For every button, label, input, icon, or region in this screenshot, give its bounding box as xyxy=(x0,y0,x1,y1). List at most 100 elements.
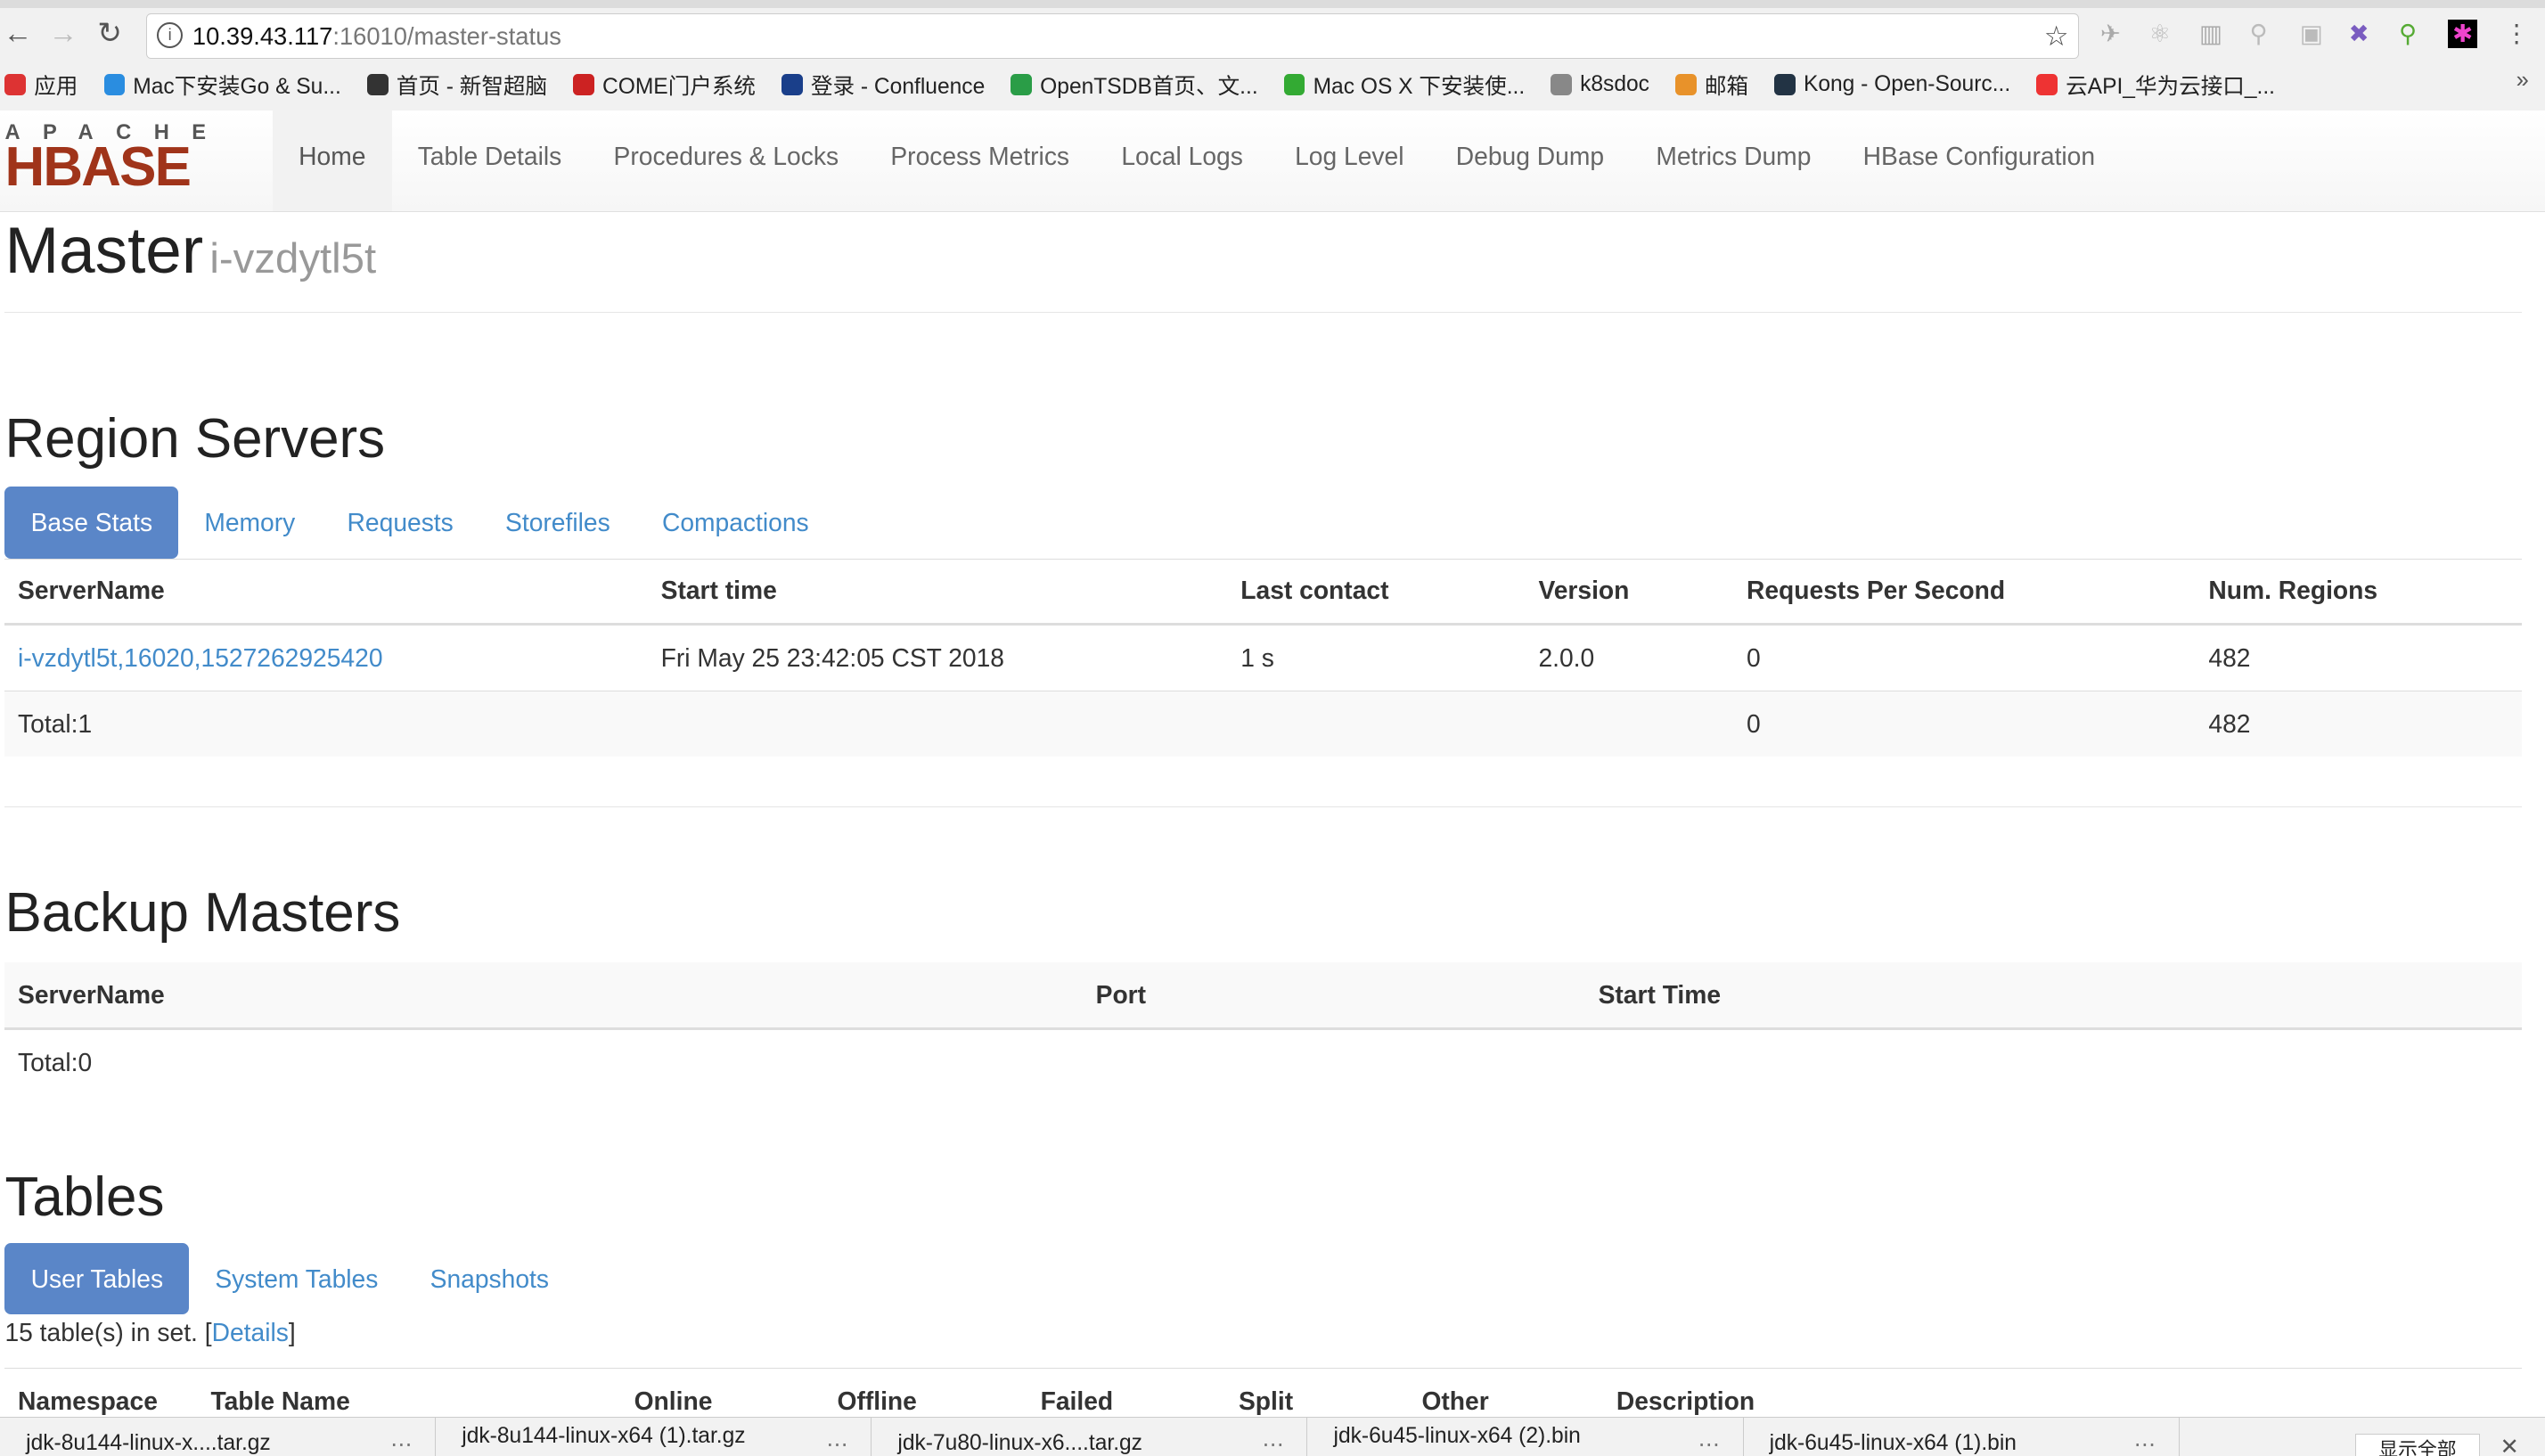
table-cell: 2.0.0 xyxy=(1525,624,1734,691)
bookmark-item[interactable]: 登录 - Confluence xyxy=(782,69,985,101)
show-all-button[interactable]: 显示全部 xyxy=(2354,1434,2481,1456)
download-filename: jdk-6u45-linux-x64 (2).bin xyxy=(1333,1424,1581,1449)
back-icon[interactable]: ← xyxy=(4,16,33,50)
column-header[interactable]: ServerName xyxy=(4,962,1084,1030)
divider xyxy=(4,311,2523,313)
column-header[interactable]: Requests Per Second xyxy=(1733,558,2196,626)
extension-star-icon[interactable]: ✱ xyxy=(2447,19,2478,48)
bookmark-label: 应用 xyxy=(34,74,78,99)
extension-rp-icon[interactable]: ▥ xyxy=(2199,20,2222,48)
bookmark-item[interactable]: OpenTSDB首页、文... xyxy=(1011,69,1258,101)
column-header[interactable]: Start time xyxy=(648,558,1228,626)
hbase-logo[interactable]: APACHE HBASE xyxy=(4,123,248,195)
nav-metrics-dump[interactable]: Metrics Dump xyxy=(1630,110,1837,211)
column-header[interactable]: Start Time xyxy=(1585,962,2523,1030)
nav-log-level[interactable]: Log Level xyxy=(1269,110,1430,211)
column-header[interactable]: Port xyxy=(1083,962,1585,1030)
nav-table-details[interactable]: Table Details xyxy=(392,110,588,211)
navbar: APACHE HBASE Home Table Details Procedures… xyxy=(0,110,2545,212)
url-host: 10.39.43.117 xyxy=(192,21,333,50)
bookmark-item[interactable]: 云API_华为云接口_... xyxy=(2036,69,2275,101)
details-link[interactable]: Details xyxy=(212,1318,289,1346)
server-link[interactable]: i-vzdytl5t,16020,1527262925420 xyxy=(18,643,383,672)
bookmark-label: OpenTSDB首页、文... xyxy=(1040,74,1258,99)
download-item[interactable]: jdk-6u45-linux-x64 (2).bin ⋯ xyxy=(1307,1418,1744,1456)
bookmark-favicon-icon xyxy=(2036,73,2058,95)
download-item[interactable]: jdk-8u144-linux-x64 (1).tar.gz ⋯ xyxy=(436,1418,872,1456)
table-cell xyxy=(1227,691,1526,757)
bookmark-favicon-icon xyxy=(1774,73,1796,95)
download-menu-icon[interactable]: ⋯ xyxy=(1698,1431,1720,1456)
bookmark-item[interactable]: 应用 xyxy=(4,69,78,101)
download-menu-icon[interactable]: ⋯ xyxy=(1262,1431,1284,1456)
bookmark-favicon-icon xyxy=(1675,73,1697,95)
bookmark-label: 登录 - Confluence xyxy=(810,74,986,99)
address-bar[interactable]: i 10.39.43.117:16010/master-status ☆ xyxy=(145,12,2080,59)
tables-heading: Tables xyxy=(4,1166,165,1228)
bookmark-favicon-icon xyxy=(366,73,389,95)
bookmark-item[interactable]: Mac下安装Go & Su... xyxy=(103,69,341,101)
close-icon[interactable]: ✕ xyxy=(2500,1434,2518,1456)
download-item[interactable]: jdk-6u45-linux-x64 (1).bin ⋯ xyxy=(1744,1418,2180,1456)
nav-local-logs[interactable]: Local Logs xyxy=(1095,110,1269,211)
column-header[interactable]: ServerName xyxy=(4,558,649,626)
column-header[interactable]: Last contact xyxy=(1227,558,1526,626)
extension-sitemap-icon[interactable]: ⚲ xyxy=(2249,20,2267,48)
column-header[interactable]: Version xyxy=(1525,558,1734,626)
tab-snapshots[interactable]: Snapshots xyxy=(404,1243,575,1314)
download-item[interactable]: jdk-7u80-linux-x6....tar.gz ⋯ xyxy=(872,1418,1308,1456)
title-text: Master xyxy=(4,215,204,288)
page-title: Master i-vzdytl5t xyxy=(4,214,376,288)
download-item[interactable]: jdk-8u144-linux-x....tar.gz ⋯ xyxy=(0,1418,437,1456)
bookmark-label: Mac下安装Go & Su... xyxy=(133,74,341,99)
bookmark-item[interactable]: Mac OS X 下安装使... xyxy=(1283,69,1525,101)
more-bookmarks-icon[interactable]: » xyxy=(2516,68,2529,94)
nav-debug-dump[interactable]: Debug Dump xyxy=(1430,110,1631,211)
extension-search-icon[interactable]: ⚲ xyxy=(2399,20,2417,48)
menu-icon[interactable]: ⋮ xyxy=(2504,20,2528,48)
tab-memory[interactable]: Memory xyxy=(178,487,321,558)
nav-procedures-locks[interactable]: Procedures & Locks xyxy=(587,110,864,211)
tab-system-tables[interactable]: System Tables xyxy=(189,1243,404,1314)
bookmark-item[interactable]: COME门户系统 xyxy=(573,69,756,101)
download-menu-icon[interactable]: ⋯ xyxy=(390,1431,413,1456)
bookmark-favicon-icon xyxy=(782,73,803,95)
download-menu-icon[interactable]: ⋯ xyxy=(826,1431,848,1456)
download-menu-icon[interactable]: ⋯ xyxy=(2134,1431,2156,1456)
tab-user-tables[interactable]: User Tables xyxy=(4,1243,190,1315)
tab-storefiles[interactable]: Storefiles xyxy=(479,487,636,558)
column-header[interactable]: Num. Regions xyxy=(2195,558,2523,626)
divider xyxy=(4,806,2523,807)
bookmark-favicon-icon xyxy=(1551,73,1572,95)
bookmark-item[interactable]: k8sdoc xyxy=(1551,72,1649,97)
download-filename: jdk-7u80-linux-x6....tar.gz xyxy=(897,1430,1142,1455)
nav-hbase-configuration[interactable]: HBase Configuration xyxy=(1837,110,2122,211)
url-path: :16010/master-status xyxy=(332,21,561,50)
bookmarks-bar: 应用 Mac下安装Go & Su... 首页 - 新智超脑 COME门户系统 登录 - … xyxy=(0,65,2301,104)
tab-base-stats[interactable]: Base Stats xyxy=(4,487,179,559)
tab-compactions[interactable]: Compactions xyxy=(636,487,835,558)
bookmark-label: k8sdoc xyxy=(1580,71,1649,96)
region-servers-tabs: Base Stats Memory Requests Storefiles Compac… xyxy=(4,487,2523,560)
bookmark-item[interactable]: Kong - Open-Sourc... xyxy=(1774,72,2010,97)
bookmark-star-icon[interactable]: ☆ xyxy=(2044,14,2069,58)
table-cell: Fri May 25 23:42:05 CST 2018 xyxy=(648,624,1228,691)
forward-icon[interactable]: → xyxy=(49,16,78,50)
extension-x-icon[interactable]: ✖ xyxy=(2349,20,2369,48)
info-icon[interactable]: i xyxy=(156,21,184,49)
bookmark-item[interactable]: 首页 - 新智超脑 xyxy=(366,69,548,101)
bookmark-item[interactable]: 邮箱 xyxy=(1675,69,1748,101)
nav-process-metrics[interactable]: Process Metrics xyxy=(864,110,1095,211)
tab-strip xyxy=(0,0,2545,9)
nav-home[interactable]: Home xyxy=(272,110,392,211)
backup-masters-table: ServerName Port Start Time Total:0 xyxy=(4,962,2523,1095)
extension-bird-icon[interactable]: ✈ xyxy=(2100,20,2121,48)
reload-icon[interactable]: ↻ xyxy=(97,16,121,50)
backup-total: Total:0 xyxy=(4,1027,1084,1095)
extension-window-icon[interactable]: ▣ xyxy=(2300,20,2323,48)
bookmark-label: 首页 - 新智超脑 xyxy=(396,74,548,99)
extension-react-icon[interactable]: ⚛ xyxy=(2149,20,2172,48)
table-cell: 482 xyxy=(2195,624,2523,691)
tab-requests[interactable]: Requests xyxy=(321,487,479,558)
bookmark-label: COME门户系统 xyxy=(601,74,757,99)
